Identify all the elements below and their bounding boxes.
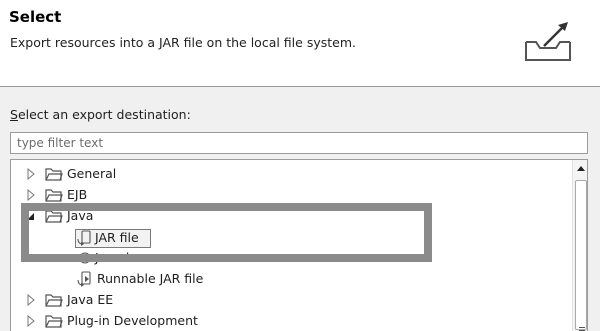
tree-item-ejb[interactable]: EJB [11,185,551,205]
tree-item-label: EJB [67,187,88,202]
tree-item-java[interactable]: Java [11,206,551,226]
tree-scrollbar[interactable] [572,160,587,331]
tree-item-java-ee[interactable]: Java EE [11,290,551,310]
dialog-header: Select Export resources into a JAR file … [0,0,600,86]
runnable-jar-icon [77,271,91,287]
tree-item-plug-in-development[interactable]: Plug-in Development [11,311,551,331]
tree-item-label: Javadoc [95,250,144,265]
collapsed-arrow-icon[interactable] [26,168,36,180]
tree-item-label: General [67,166,117,181]
page-description: Export resources into a JAR file on the … [10,35,356,50]
javadoc-icon [79,252,91,264]
tree-item-runnable-jar[interactable]: Runnable JAR file [11,269,551,289]
scroll-up-arrow-icon[interactable] [577,166,585,171]
export-destination-label: Select an export destination: [10,107,191,122]
tree-item-label: Java [67,208,94,223]
expanded-arrow-icon[interactable] [26,210,36,222]
folder-open-icon [45,210,63,223]
folder-icon [45,189,63,202]
tree-item-javadoc[interactable]: Javadoc [11,248,551,268]
collapsed-arrow-icon[interactable] [26,189,36,201]
filter-input[interactable]: type filter text [10,132,588,154]
tree-item-label: Java EE [67,292,114,307]
jar-icon [77,230,91,246]
collapsed-arrow-icon[interactable] [26,294,36,306]
tree-item-jar-file[interactable]: JAR file [11,227,551,248]
folder-icon [45,168,63,181]
export-jar-icon [525,22,571,61]
page-title: Select [9,8,62,26]
tree-item-label: Runnable JAR file [97,271,204,286]
collapsed-arrow-icon[interactable] [26,315,36,327]
scrollbar-grip-icon [579,327,585,331]
tree-item-label: JAR file [95,230,139,245]
export-wizard-tree[interactable]: General EJB Java JAR file Javadoc Runnab… [10,159,588,331]
folder-icon [45,315,63,328]
folder-icon [45,294,63,307]
tree-item-label: Plug-in Development [67,313,198,328]
scrollbar-thumb[interactable] [575,180,587,331]
tree-item-general[interactable]: General [11,164,551,184]
